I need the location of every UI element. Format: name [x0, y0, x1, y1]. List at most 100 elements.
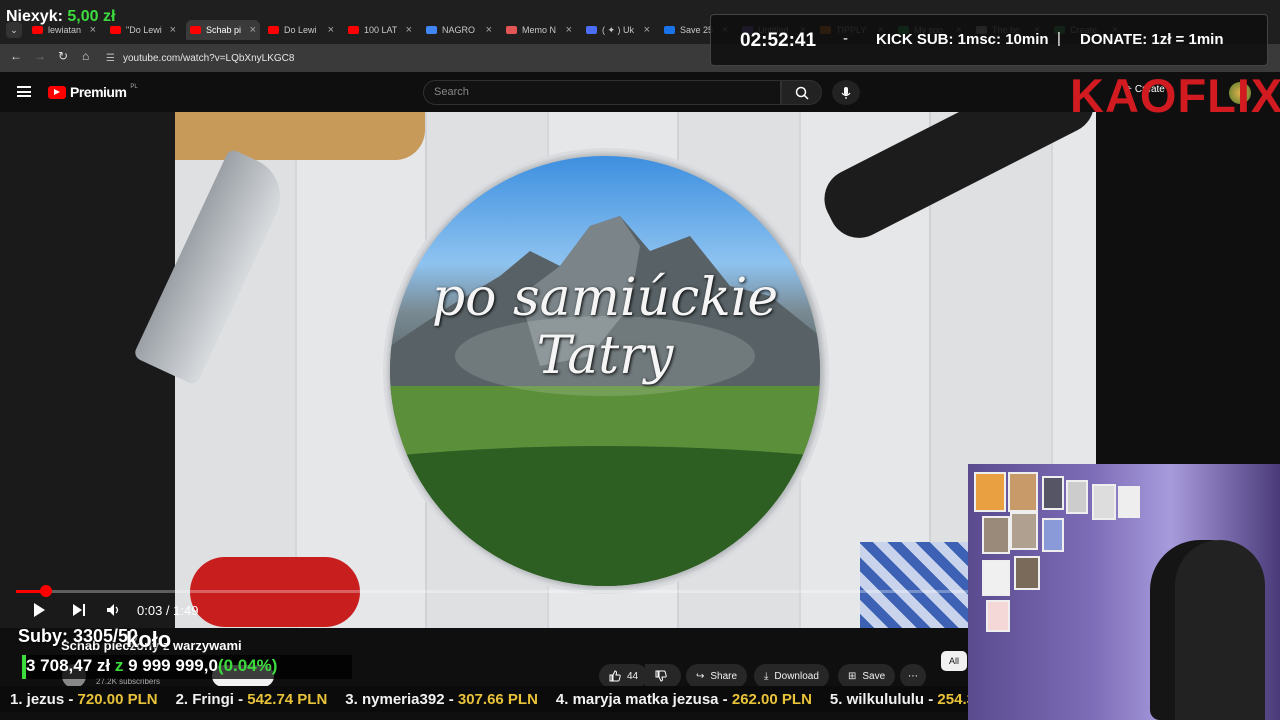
tab-favicon-icon — [110, 26, 121, 34]
tab-label: lewiatan — [48, 25, 82, 35]
tab-close-icon[interactable]: × — [170, 24, 180, 36]
search-input[interactable]: Search — [423, 80, 781, 105]
search-button[interactable] — [781, 80, 822, 105]
next-button[interactable] — [72, 603, 86, 622]
browser-tab[interactable]: "Do Lewi × — [106, 20, 180, 40]
download-button[interactable]: ⤓ Download — [754, 664, 829, 688]
save-label: Save — [862, 670, 886, 682]
overlay-line-1: po samiúckie — [431, 268, 779, 328]
tab-close-icon[interactable]: × — [406, 24, 416, 36]
microphone-icon — [841, 86, 851, 99]
goal-percent: (0.04%) — [217, 656, 278, 675]
leaderboard-name: 2. Fringi - — [175, 690, 248, 708]
tab-label: ( ✦ ) Uk — [602, 24, 635, 35]
dislike-button[interactable] — [645, 664, 681, 688]
tab-favicon-icon — [506, 26, 517, 34]
browser-tab[interactable]: ( ✦ ) Uk × — [582, 20, 654, 40]
volume-icon — [107, 604, 119, 616]
browser-tab[interactable]: NAGRO × — [422, 20, 496, 40]
scrubber-handle[interactable] — [40, 585, 52, 597]
video-overlay-title: po samiúckie Tatry — [390, 270, 820, 386]
youtube-logo[interactable]: Premium PL — [48, 84, 138, 100]
overlay-line-2: Tatry — [536, 326, 674, 386]
site-info-icon[interactable]: ☰ — [106, 53, 115, 64]
like-count: 44 — [627, 670, 639, 682]
tab-close-icon[interactable]: × — [566, 24, 576, 36]
youtube-play-icon — [48, 85, 66, 99]
wall-photo — [1042, 476, 1064, 510]
skip-next-icon — [73, 604, 85, 616]
wall-photo — [1042, 518, 1064, 552]
sub-goal: Suby: 3305/50 — [18, 626, 139, 646]
reload-icon[interactable]: ↻ — [58, 49, 68, 63]
tab-label: Schab pi — [206, 25, 242, 35]
separator: | — [1057, 30, 1061, 47]
save-button[interactable]: ⊞ Save — [838, 664, 896, 688]
thumbs-down-icon — [655, 670, 667, 682]
url-bar[interactable]: ☰ youtube.com/watch?v=LQbXnyLKGC8 — [106, 49, 706, 67]
tab-close-icon[interactable]: × — [250, 24, 260, 36]
leaderboard-entry: 4. maryja matka jezusa - 262.00 PLN — [556, 691, 812, 708]
home-icon[interactable]: ⌂ — [82, 49, 89, 63]
wall-photo — [982, 560, 1010, 596]
cutting-board — [175, 112, 425, 160]
browser-tab[interactable]: Do Lewi × — [264, 20, 338, 40]
more-icon: ⋯ — [908, 670, 918, 682]
share-label: Share — [710, 670, 738, 682]
back-icon[interactable]: ← — [10, 49, 22, 63]
tab-label: NAGRO — [442, 25, 476, 35]
voice-search-button[interactable] — [832, 80, 860, 105]
progress-bar[interactable] — [16, 590, 1080, 593]
wall-photo — [986, 600, 1010, 632]
tab-label: "Do Lewi — [126, 25, 162, 35]
tab-close-icon[interactable]: × — [644, 24, 654, 36]
checkered-cloth — [860, 542, 970, 628]
url-text: youtube.com/watch?v=LQbXnyLKGC8 — [122, 52, 295, 64]
more-actions-button[interactable]: ⋯ — [900, 664, 926, 688]
tab-favicon-icon — [426, 26, 437, 34]
leaderboard-amount: 262.00 PLN — [731, 690, 812, 708]
tab-label: Do Lewi — [284, 25, 317, 35]
play-icon — [34, 603, 45, 617]
browser-tab[interactable]: Schab pi × — [186, 20, 260, 40]
menu-icon[interactable] — [17, 86, 31, 97]
wall-photo — [1118, 486, 1140, 518]
wall-photo — [1014, 556, 1040, 590]
donation-alert: Niexyk: 5,00 zł — [6, 8, 115, 26]
leaderboard-amount: 307.66 PLN — [457, 690, 538, 708]
play-button[interactable] — [31, 602, 47, 623]
donate-rate: DONATE: 1zł = 1min — [1080, 31, 1224, 48]
tab-label: Save 25 — [680, 25, 714, 35]
leaderboard-amount: 254.37 PLN — [937, 690, 968, 708]
like-button[interactable]: 44 — [599, 664, 649, 688]
tab-close-icon[interactable]: × — [328, 24, 338, 36]
goal-current: 3 708,47 zł — [26, 656, 111, 675]
leaderboard-amount: 542.74 PLN — [247, 690, 328, 708]
volume-button[interactable] — [106, 603, 120, 622]
streamer — [1175, 540, 1265, 720]
leaderboard-amount: 720.00 PLN — [77, 690, 158, 708]
logo-country: PL — [130, 84, 138, 90]
leaderboard-entry: 1. jezus - 720.00 PLN — [10, 691, 158, 708]
share-button[interactable]: ↪ Share — [686, 664, 748, 688]
browser-tab[interactable]: Memo N × — [502, 20, 576, 40]
chip-all[interactable]: All — [941, 651, 967, 671]
leaderboard-name: 4. maryja matka jezusa - — [555, 690, 732, 708]
leaderboard-entry: 5. wilkulululu - 254.37 PLN — [830, 691, 968, 708]
bookmark-icon: ⊞ — [848, 670, 857, 682]
leaderboard-entry: 3. nymeria392 - 307.66 PLN — [345, 691, 538, 708]
donation-amount: 5,00 zł — [67, 8, 116, 25]
goal-target: 9 999 999,0 — [128, 656, 218, 675]
wall-photo — [1066, 480, 1088, 514]
tab-close-icon[interactable]: × — [486, 24, 496, 36]
time-display: 0:03 / 1:49 — [137, 603, 199, 618]
browser-tab[interactable]: 100 LAT × — [344, 20, 416, 40]
tab-favicon-icon — [348, 26, 359, 34]
share-icon: ↪ — [696, 670, 705, 682]
download-label: Download — [774, 670, 819, 682]
tab-favicon-icon — [190, 26, 201, 34]
forward-icon[interactable]: → — [34, 49, 46, 63]
tab-favicon-icon — [268, 26, 279, 34]
tab-label: Memo N — [522, 25, 557, 35]
leaderboard-name: 1. jezus - — [10, 690, 78, 708]
